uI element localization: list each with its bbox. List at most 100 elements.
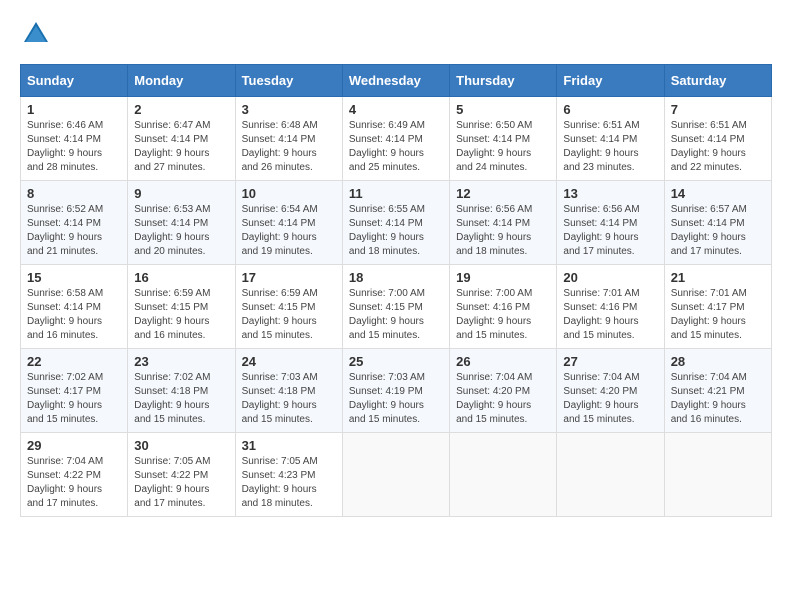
calendar-cell: 3 Sunrise: 6:48 AM Sunset: 4:14 PM Dayli… [235, 97, 342, 181]
day-info: Sunrise: 6:48 AM Sunset: 4:14 PM Dayligh… [242, 119, 336, 175]
day-number: 20 [563, 270, 657, 285]
calendar-cell [342, 433, 449, 517]
page-header [20, 20, 772, 48]
calendar-cell: 13 Sunrise: 6:56 AM Sunset: 4:14 PM Dayl… [557, 181, 664, 265]
calendar-week-row: 29 Sunrise: 7:04 AM Sunset: 4:22 PM Dayl… [21, 433, 772, 517]
day-info: Sunrise: 6:51 AM Sunset: 4:14 PM Dayligh… [563, 119, 657, 175]
calendar-cell: 28 Sunrise: 7:04 AM Sunset: 4:21 PM Dayl… [664, 349, 771, 433]
calendar-cell: 31 Sunrise: 7:05 AM Sunset: 4:23 PM Dayl… [235, 433, 342, 517]
calendar-cell: 23 Sunrise: 7:02 AM Sunset: 4:18 PM Dayl… [128, 349, 235, 433]
day-number: 6 [563, 102, 657, 117]
day-info: Sunrise: 6:55 AM Sunset: 4:14 PM Dayligh… [349, 203, 443, 259]
day-info: Sunrise: 6:53 AM Sunset: 4:14 PM Dayligh… [134, 203, 228, 259]
calendar-day-header: Sunday [21, 65, 128, 97]
day-number: 12 [456, 186, 550, 201]
logo [20, 20, 50, 48]
day-number: 17 [242, 270, 336, 285]
day-info: Sunrise: 6:56 AM Sunset: 4:14 PM Dayligh… [563, 203, 657, 259]
day-number: 28 [671, 354, 765, 369]
day-info: Sunrise: 6:47 AM Sunset: 4:14 PM Dayligh… [134, 119, 228, 175]
day-number: 2 [134, 102, 228, 117]
day-info: Sunrise: 7:01 AM Sunset: 4:16 PM Dayligh… [563, 287, 657, 343]
day-number: 23 [134, 354, 228, 369]
calendar-cell: 24 Sunrise: 7:03 AM Sunset: 4:18 PM Dayl… [235, 349, 342, 433]
day-info: Sunrise: 7:04 AM Sunset: 4:20 PM Dayligh… [456, 371, 550, 427]
day-number: 15 [27, 270, 121, 285]
day-info: Sunrise: 7:02 AM Sunset: 4:17 PM Dayligh… [27, 371, 121, 427]
calendar-day-header: Wednesday [342, 65, 449, 97]
day-info: Sunrise: 7:02 AM Sunset: 4:18 PM Dayligh… [134, 371, 228, 427]
calendar-cell: 1 Sunrise: 6:46 AM Sunset: 4:14 PM Dayli… [21, 97, 128, 181]
day-number: 10 [242, 186, 336, 201]
calendar-week-row: 22 Sunrise: 7:02 AM Sunset: 4:17 PM Dayl… [21, 349, 772, 433]
calendar-cell: 25 Sunrise: 7:03 AM Sunset: 4:19 PM Dayl… [342, 349, 449, 433]
day-number: 3 [242, 102, 336, 117]
day-number: 9 [134, 186, 228, 201]
calendar-cell: 12 Sunrise: 6:56 AM Sunset: 4:14 PM Dayl… [450, 181, 557, 265]
day-info: Sunrise: 6:49 AM Sunset: 4:14 PM Dayligh… [349, 119, 443, 175]
calendar-cell: 16 Sunrise: 6:59 AM Sunset: 4:15 PM Dayl… [128, 265, 235, 349]
day-number: 31 [242, 438, 336, 453]
calendar-cell: 14 Sunrise: 6:57 AM Sunset: 4:14 PM Dayl… [664, 181, 771, 265]
calendar-cell [664, 433, 771, 517]
day-number: 8 [27, 186, 121, 201]
day-info: Sunrise: 6:46 AM Sunset: 4:14 PM Dayligh… [27, 119, 121, 175]
day-number: 11 [349, 186, 443, 201]
calendar-week-row: 8 Sunrise: 6:52 AM Sunset: 4:14 PM Dayli… [21, 181, 772, 265]
day-number: 24 [242, 354, 336, 369]
day-info: Sunrise: 6:58 AM Sunset: 4:14 PM Dayligh… [27, 287, 121, 343]
calendar-day-header: Saturday [664, 65, 771, 97]
calendar-cell: 4 Sunrise: 6:49 AM Sunset: 4:14 PM Dayli… [342, 97, 449, 181]
calendar-day-header: Thursday [450, 65, 557, 97]
calendar-cell: 30 Sunrise: 7:05 AM Sunset: 4:22 PM Dayl… [128, 433, 235, 517]
calendar-cell: 18 Sunrise: 7:00 AM Sunset: 4:15 PM Dayl… [342, 265, 449, 349]
day-number: 16 [134, 270, 228, 285]
calendar-cell: 26 Sunrise: 7:04 AM Sunset: 4:20 PM Dayl… [450, 349, 557, 433]
calendar-cell: 6 Sunrise: 6:51 AM Sunset: 4:14 PM Dayli… [557, 97, 664, 181]
day-info: Sunrise: 6:50 AM Sunset: 4:14 PM Dayligh… [456, 119, 550, 175]
day-info: Sunrise: 6:57 AM Sunset: 4:14 PM Dayligh… [671, 203, 765, 259]
calendar-week-row: 1 Sunrise: 6:46 AM Sunset: 4:14 PM Dayli… [21, 97, 772, 181]
logo-icon [22, 20, 50, 48]
day-info: Sunrise: 6:59 AM Sunset: 4:15 PM Dayligh… [134, 287, 228, 343]
calendar-cell: 19 Sunrise: 7:00 AM Sunset: 4:16 PM Dayl… [450, 265, 557, 349]
calendar-day-header: Tuesday [235, 65, 342, 97]
calendar-cell [450, 433, 557, 517]
day-info: Sunrise: 7:03 AM Sunset: 4:18 PM Dayligh… [242, 371, 336, 427]
day-number: 19 [456, 270, 550, 285]
calendar-cell: 21 Sunrise: 7:01 AM Sunset: 4:17 PM Dayl… [664, 265, 771, 349]
day-info: Sunrise: 7:03 AM Sunset: 4:19 PM Dayligh… [349, 371, 443, 427]
calendar-cell [557, 433, 664, 517]
day-number: 21 [671, 270, 765, 285]
calendar-cell: 15 Sunrise: 6:58 AM Sunset: 4:14 PM Dayl… [21, 265, 128, 349]
calendar-cell: 11 Sunrise: 6:55 AM Sunset: 4:14 PM Dayl… [342, 181, 449, 265]
calendar-cell: 27 Sunrise: 7:04 AM Sunset: 4:20 PM Dayl… [557, 349, 664, 433]
calendar-cell: 9 Sunrise: 6:53 AM Sunset: 4:14 PM Dayli… [128, 181, 235, 265]
day-number: 26 [456, 354, 550, 369]
day-info: Sunrise: 6:59 AM Sunset: 4:15 PM Dayligh… [242, 287, 336, 343]
day-info: Sunrise: 7:00 AM Sunset: 4:16 PM Dayligh… [456, 287, 550, 343]
calendar-cell: 7 Sunrise: 6:51 AM Sunset: 4:14 PM Dayli… [664, 97, 771, 181]
day-number: 27 [563, 354, 657, 369]
day-info: Sunrise: 7:05 AM Sunset: 4:22 PM Dayligh… [134, 455, 228, 511]
day-number: 25 [349, 354, 443, 369]
calendar-cell: 22 Sunrise: 7:02 AM Sunset: 4:17 PM Dayl… [21, 349, 128, 433]
calendar-cell: 20 Sunrise: 7:01 AM Sunset: 4:16 PM Dayl… [557, 265, 664, 349]
day-info: Sunrise: 7:04 AM Sunset: 4:22 PM Dayligh… [27, 455, 121, 511]
calendar-cell: 5 Sunrise: 6:50 AM Sunset: 4:14 PM Dayli… [450, 97, 557, 181]
day-info: Sunrise: 6:54 AM Sunset: 4:14 PM Dayligh… [242, 203, 336, 259]
calendar-cell: 8 Sunrise: 6:52 AM Sunset: 4:14 PM Dayli… [21, 181, 128, 265]
calendar-cell: 17 Sunrise: 6:59 AM Sunset: 4:15 PM Dayl… [235, 265, 342, 349]
day-info: Sunrise: 7:04 AM Sunset: 4:21 PM Dayligh… [671, 371, 765, 427]
calendar-cell: 29 Sunrise: 7:04 AM Sunset: 4:22 PM Dayl… [21, 433, 128, 517]
day-info: Sunrise: 7:00 AM Sunset: 4:15 PM Dayligh… [349, 287, 443, 343]
day-info: Sunrise: 7:05 AM Sunset: 4:23 PM Dayligh… [242, 455, 336, 511]
day-number: 22 [27, 354, 121, 369]
day-info: Sunrise: 6:52 AM Sunset: 4:14 PM Dayligh… [27, 203, 121, 259]
day-number: 7 [671, 102, 765, 117]
day-info: Sunrise: 7:01 AM Sunset: 4:17 PM Dayligh… [671, 287, 765, 343]
calendar-cell: 10 Sunrise: 6:54 AM Sunset: 4:14 PM Dayl… [235, 181, 342, 265]
day-number: 13 [563, 186, 657, 201]
calendar-week-row: 15 Sunrise: 6:58 AM Sunset: 4:14 PM Dayl… [21, 265, 772, 349]
day-number: 18 [349, 270, 443, 285]
